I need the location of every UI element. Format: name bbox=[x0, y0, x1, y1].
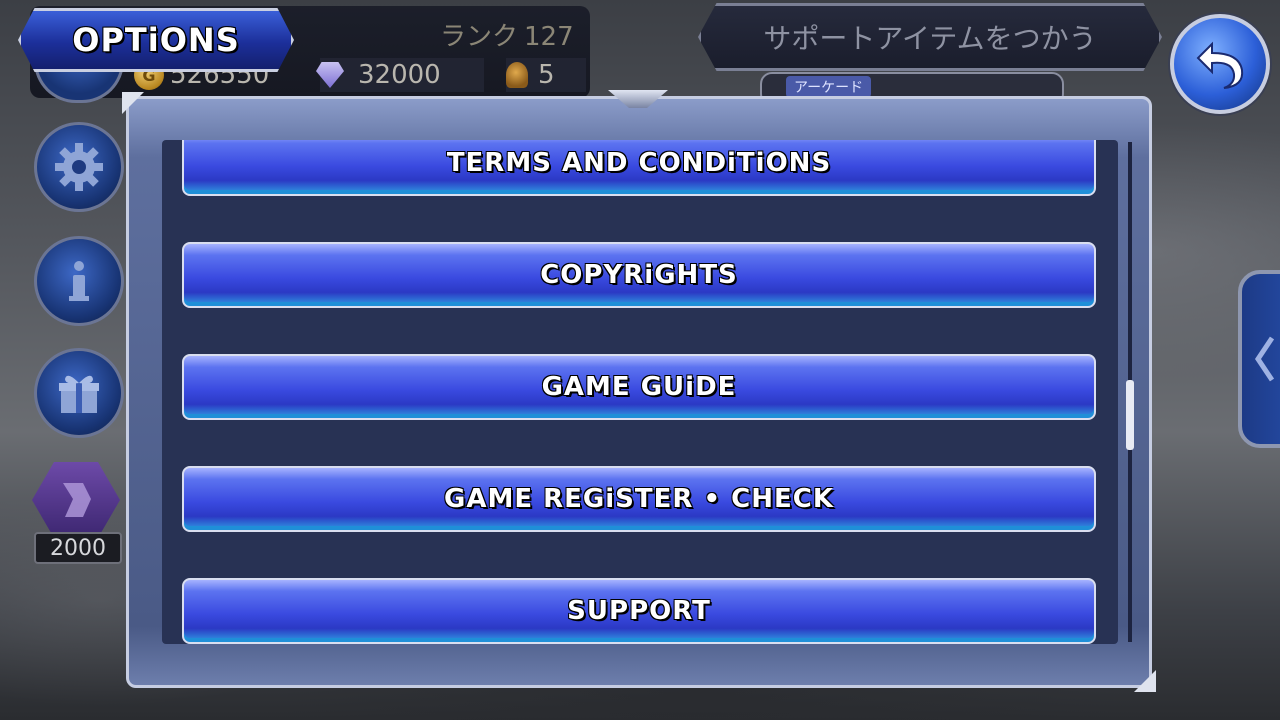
bell-counter: 5 bbox=[506, 58, 586, 92]
page-title: OPTiONS bbox=[72, 21, 240, 59]
bell-icon bbox=[506, 62, 528, 88]
gem-value: 32000 bbox=[358, 60, 441, 90]
support-item-label: サポートアイテムをつかう bbox=[763, 22, 1097, 55]
scrollbar-thumb[interactable] bbox=[1126, 380, 1134, 450]
game-register-check-label: GAME REGiSTER • CHECK bbox=[444, 484, 834, 514]
gear-icon bbox=[55, 143, 103, 191]
support-label: SUPPORT bbox=[567, 596, 711, 626]
gem-counter: 32000 bbox=[320, 58, 484, 92]
game-guide-label: GAME GUiDE bbox=[541, 372, 737, 402]
options-title-banner: OPTiONS bbox=[18, 8, 294, 72]
rank-label: ランク bbox=[440, 22, 519, 52]
info-icon bbox=[69, 261, 89, 301]
info-button[interactable] bbox=[34, 236, 124, 326]
rank-value: 127 bbox=[524, 22, 574, 52]
arcade-tag: アーケード bbox=[786, 76, 872, 98]
game-guide-button[interactable]: GAME GUiDE bbox=[182, 354, 1096, 420]
drop-count: 2000 bbox=[34, 532, 122, 564]
chevron-left-icon bbox=[1254, 336, 1275, 382]
settings-button[interactable] bbox=[34, 122, 124, 212]
terms-button[interactable]: TERMS AND CONDiTiONS bbox=[182, 140, 1096, 196]
side-panel-tab[interactable] bbox=[1238, 270, 1280, 448]
terms-label: TERMS AND CONDiTiONS bbox=[446, 148, 832, 178]
game-register-check-button[interactable]: GAME REGiSTER • CHECK bbox=[182, 466, 1096, 532]
options-list[interactable]: TERMS AND CONDiTiONS COPYRiGHTS GAME GUi… bbox=[162, 140, 1118, 644]
bell-value: 5 bbox=[538, 60, 555, 90]
drop-icon bbox=[63, 483, 91, 517]
copyrights-button[interactable]: COPYRiGHTS bbox=[182, 242, 1096, 308]
gift-button[interactable] bbox=[34, 348, 124, 438]
use-support-item-button[interactable]: サポートアイテムをつかう bbox=[698, 3, 1162, 71]
back-button[interactable] bbox=[1170, 14, 1270, 114]
rank-display: ランク 127 bbox=[440, 16, 574, 53]
copyrights-label: COPYRiGHTS bbox=[540, 260, 738, 290]
gift-icon bbox=[59, 375, 99, 413]
support-button[interactable]: SUPPORT bbox=[182, 578, 1096, 644]
back-arrow-icon bbox=[1196, 41, 1244, 89]
